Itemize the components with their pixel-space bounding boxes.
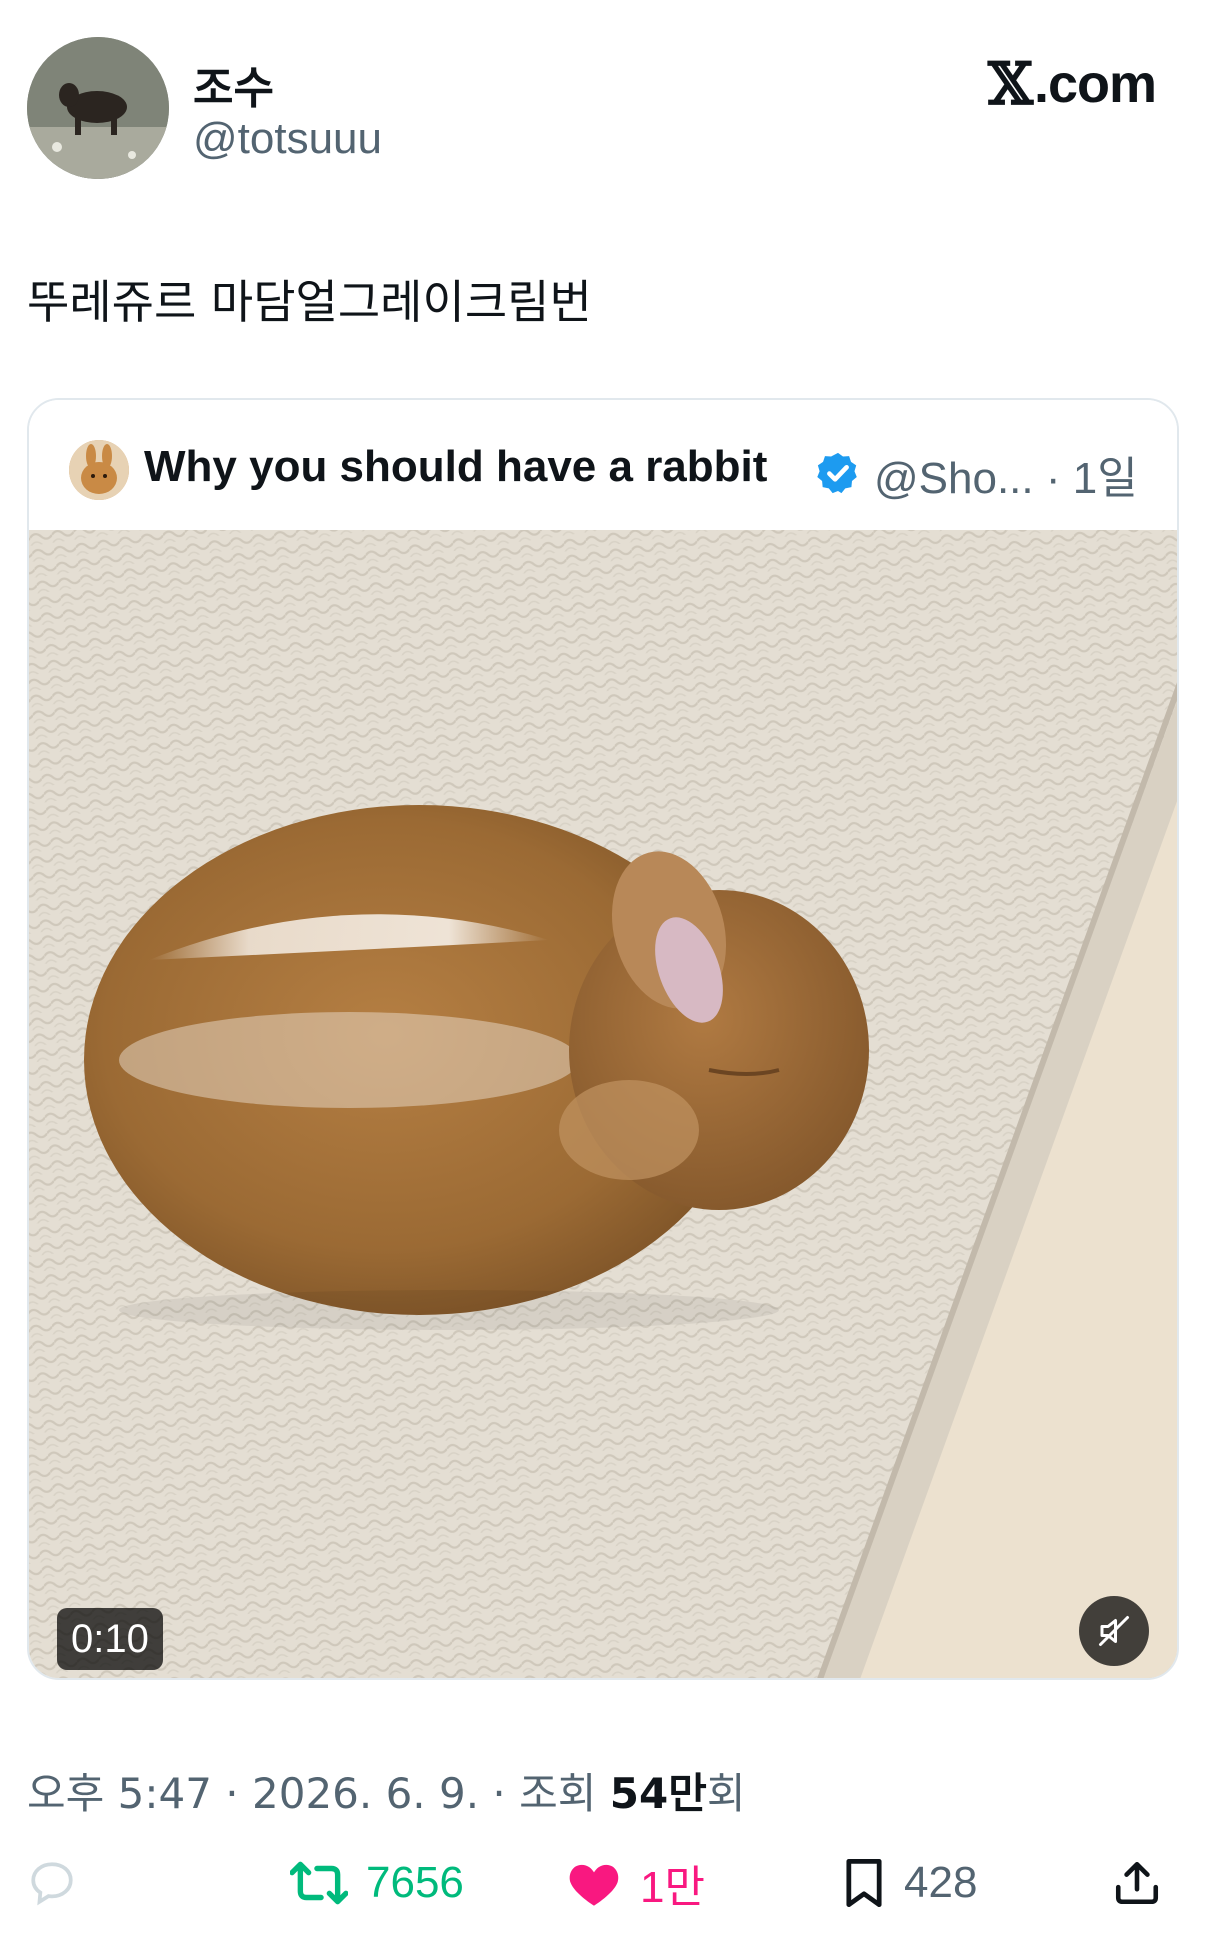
- like-count: 1만: [640, 1863, 705, 1912]
- video-duration: 0:10: [57, 1608, 163, 1670]
- heart-filled-icon: [569, 1864, 619, 1906]
- tweet-header: 조수 @totsuuu 𝕏 .com: [0, 0, 1206, 190]
- x-logo-icon: 𝕏: [987, 50, 1033, 118]
- view-suffix: 회: [706, 1769, 746, 1818]
- like-button[interactable]: 1만: [566, 1848, 705, 1918]
- rabbit-avatar-icon: [69, 440, 129, 500]
- action-bar: 7656 1만 428: [0, 1838, 1206, 1938]
- verified-badge-icon: [817, 452, 857, 494]
- share-icon: [1115, 1861, 1159, 1905]
- mute-button[interactable]: [1079, 1596, 1149, 1666]
- author-display-name[interactable]: 조수: [193, 52, 274, 116]
- view-count: 54만: [609, 1769, 707, 1818]
- x-com-logo: 𝕏 .com: [987, 50, 1157, 118]
- tweet-meta: 오후 5:47 · 2026. 6. 9. · 조회 54만회: [27, 1760, 746, 1821]
- bookmark-button[interactable]: 428: [842, 1848, 977, 1918]
- tweet-timestamp[interactable]: 오후 5:47 · 2026. 6. 9. · 조회: [27, 1769, 610, 1818]
- quoted-author-avatar[interactable]: [69, 440, 129, 500]
- bookmark-icon: [846, 1858, 882, 1908]
- retweet-icon: [290, 1861, 348, 1905]
- retweet-button[interactable]: 7656: [290, 1848, 464, 1918]
- quoted-tweet-card[interactable]: Why you should have a rabbit @Sho... · 1…: [27, 398, 1179, 1680]
- quoted-tweet-header: Why you should have a rabbit @Sho... · 1…: [29, 400, 1177, 530]
- retweet-count: 7656: [366, 1858, 464, 1907]
- share-button[interactable]: [1112, 1848, 1162, 1918]
- brand-text: .com: [1033, 54, 1157, 114]
- reply-button[interactable]: [27, 1848, 77, 1918]
- author-handle[interactable]: @totsuuu: [193, 114, 382, 164]
- avatar-photo: [27, 37, 169, 179]
- tweet-text: 뚜레쥬르 마담얼그레이크림번: [27, 275, 592, 329]
- rabbit-video-frame: [29, 530, 1177, 1678]
- quoted-author-name[interactable]: Why you should have a rabbit: [144, 442, 767, 492]
- reply-icon: [31, 1862, 73, 1906]
- author-avatar[interactable]: [27, 37, 169, 179]
- bookmark-count: 428: [904, 1858, 978, 1907]
- video-player[interactable]: 0:10: [29, 530, 1177, 1678]
- quoted-author-handle-time[interactable]: @Sho... · 1일: [874, 442, 1138, 506]
- speaker-muted-icon: [1099, 1616, 1129, 1646]
